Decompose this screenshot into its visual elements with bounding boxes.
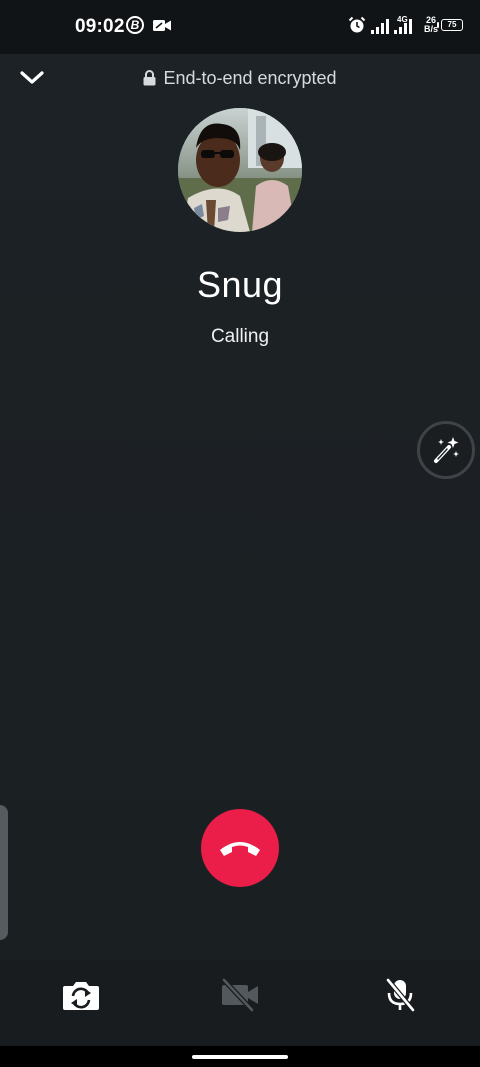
encryption-indicator: End-to-end encrypted (0, 68, 480, 89)
video-off-icon[interactable] (220, 978, 260, 1012)
magic-wand-icon (434, 437, 459, 463)
system-nav-bar (0, 1046, 480, 1067)
battery-nub (437, 22, 439, 28)
encryption-label: End-to-end encrypted (163, 68, 337, 88)
phone-hangup-icon (220, 842, 260, 856)
alarm-icon (348, 16, 366, 33)
contact-avatar (178, 108, 302, 232)
video-recording-icon (153, 20, 171, 31)
effects-button[interactable] (417, 421, 475, 479)
status-bar: 09:02 B 4G 26 B/s 75 (0, 0, 480, 54)
avatar-photo (178, 108, 302, 232)
end-call-button[interactable] (201, 809, 279, 887)
camera-flip-icon[interactable] (61, 978, 101, 1012)
signal-strength-4g-icon: 4G (394, 14, 416, 38)
call-controls-bar (0, 960, 480, 1046)
call-status: Calling (210, 326, 270, 347)
status-time: 09:02 (75, 16, 125, 37)
battery-icon: 75 (441, 19, 463, 31)
lock-icon (143, 70, 156, 86)
edge-panel-handle[interactable] (0, 805, 8, 940)
b-badge-icon: B (126, 16, 144, 34)
mic-off-icon[interactable] (380, 978, 420, 1012)
signal-strength-icon (371, 19, 389, 34)
home-indicator[interactable] (192, 1055, 288, 1059)
video-call-screen: 09:02 B 4G 26 B/s 75 End-to-end encrypte… (0, 0, 480, 1067)
contact-name: Snug (196, 264, 284, 305)
